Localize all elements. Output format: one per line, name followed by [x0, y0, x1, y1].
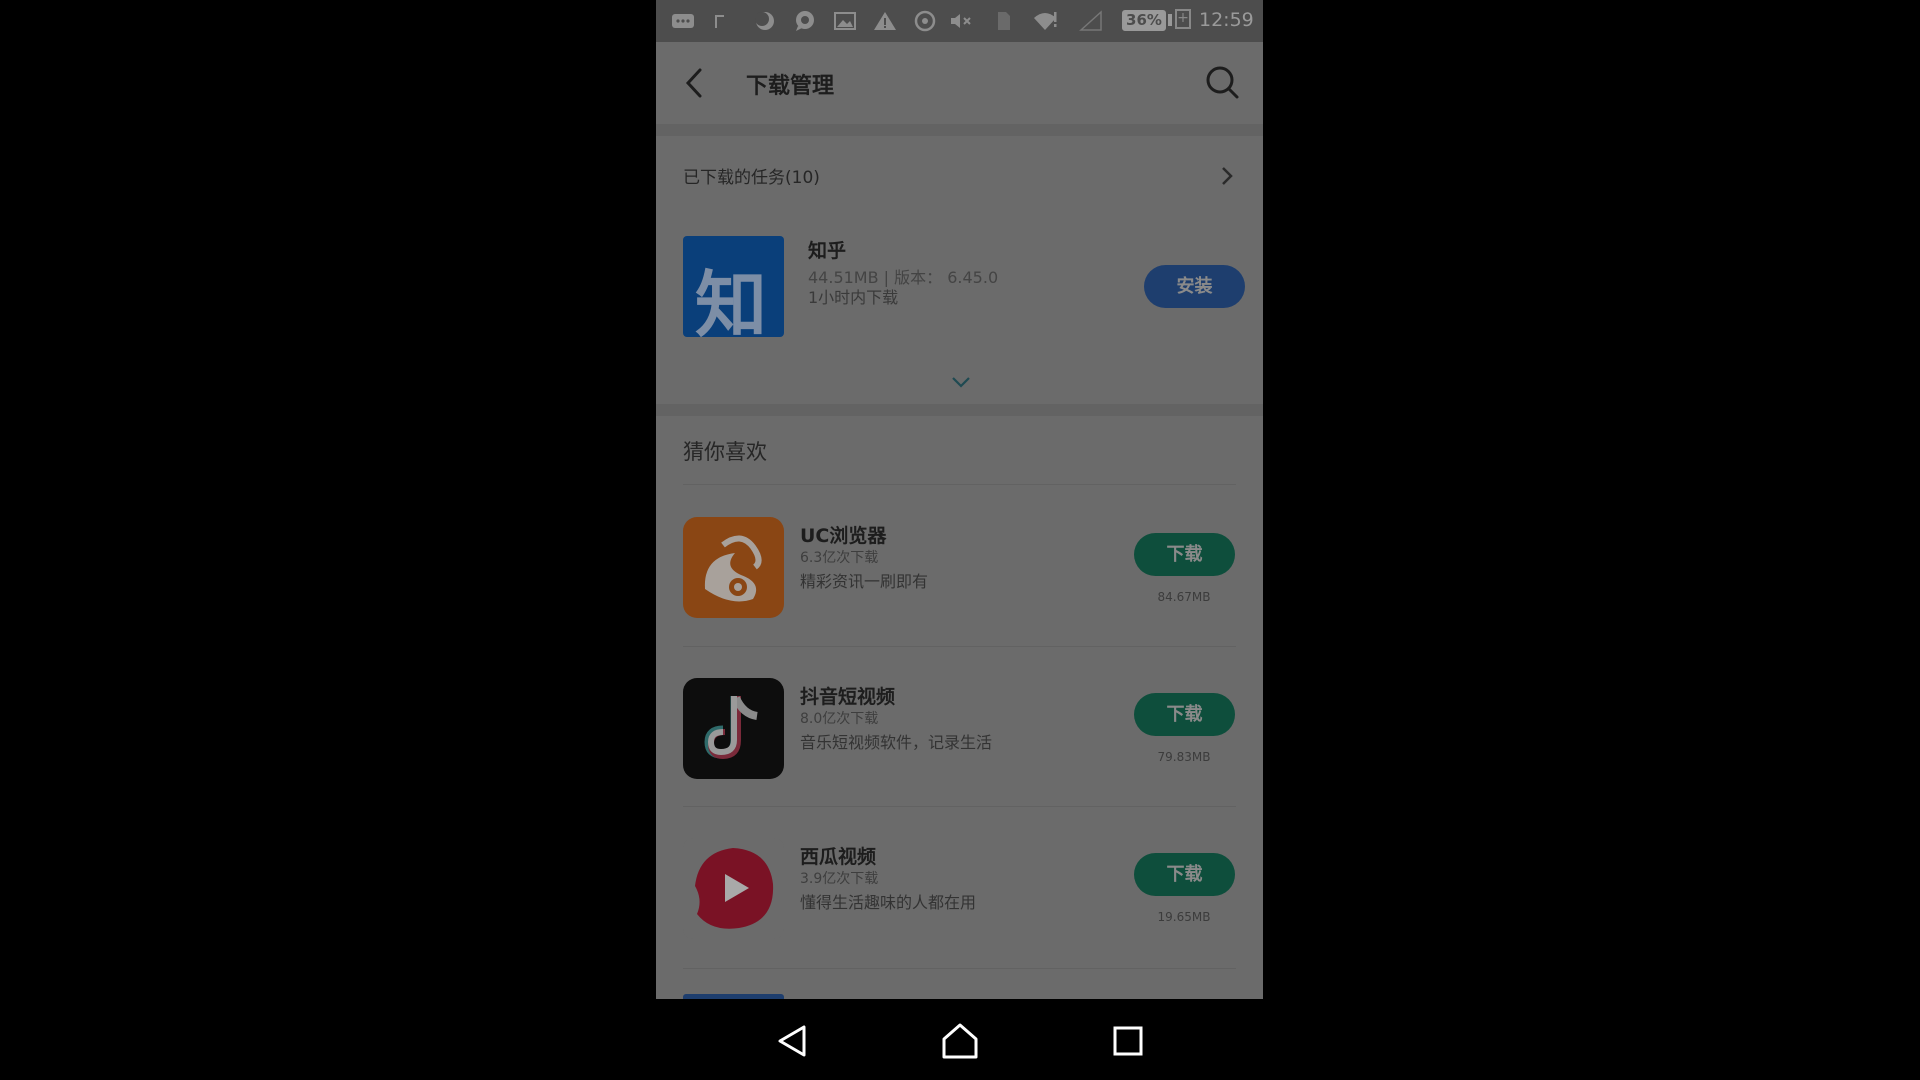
app-downloads: 8.0亿次下载 — [800, 711, 879, 727]
battery-indicator: 36% — [1122, 10, 1166, 31]
zhihu-app-icon: 知 — [683, 236, 784, 337]
chevron-down-icon[interactable] — [949, 374, 973, 390]
app-name: UC浏览器 — [800, 525, 887, 547]
downloaded-tasks-label: 已下载的任务(10) — [683, 168, 820, 188]
sim-icon — [990, 10, 1016, 32]
app-size: 79.83MB — [1157, 750, 1211, 764]
settings-icon — [912, 10, 938, 32]
recommend-app-item[interactable]: 抖音短视频 8.0亿次下载 音乐短视频软件，记录生活 下载 79.83MB — [656, 672, 1263, 792]
separator-line — [683, 968, 1236, 969]
navigation-bar — [0, 999, 1920, 1080]
app-size: 84.67MB — [1157, 590, 1211, 604]
signal-icon — [1078, 10, 1104, 32]
recommend-section-title: 猜你喜欢 — [683, 440, 767, 464]
install-button[interactable]: 安装 — [1144, 265, 1245, 308]
image-icon — [710, 10, 736, 32]
recommend-app-item[interactable]: UC浏览器 6.3亿次下载 精彩资讯一刷即有 下载 84.67MB — [656, 512, 1263, 632]
downloaded-app-item[interactable]: 知 知乎 44.51MB | 版本： 6.45.0 1小时内下载 安装 — [656, 228, 1263, 348]
message-icon — [670, 10, 696, 32]
app-description: 音乐短视频软件，记录生活 — [800, 733, 993, 752]
nav-home-icon[interactable] — [940, 1021, 980, 1061]
download-button[interactable]: 下载 — [1134, 693, 1235, 736]
download-button[interactable]: 下载 — [1134, 853, 1235, 896]
search-icon[interactable] — [1204, 64, 1240, 100]
warning-icon — [872, 10, 898, 32]
app-name: 知乎 — [808, 240, 847, 262]
app-description: 精彩资讯一刷即有 — [800, 572, 929, 591]
zhihu-icon-glyph: 知 — [695, 263, 768, 337]
separator-line — [683, 484, 1236, 485]
battery-plus: + — [1175, 9, 1191, 29]
app-download-time: 1小时内下载 — [808, 288, 899, 307]
page-title: 下载管理 — [746, 74, 835, 99]
nav-back-icon[interactable] — [772, 1021, 812, 1061]
downloaded-tasks-row[interactable]: 已下载的任务(10) — [656, 136, 1263, 214]
app-name: 西瓜视频 — [800, 846, 877, 868]
wifi-icon — [1032, 10, 1058, 32]
download-button[interactable]: 下载 — [1134, 533, 1235, 576]
separator-line — [683, 646, 1236, 647]
section-divider — [656, 404, 1263, 416]
battery-tip — [1168, 14, 1172, 26]
nav-recents-icon[interactable] — [1108, 1021, 1148, 1061]
moon-icon — [752, 10, 778, 32]
uc-browser-app-icon — [683, 517, 784, 618]
app-description: 懂得生活趣味的人都在用 — [800, 893, 977, 912]
douyin-app-icon — [683, 678, 784, 779]
separator-line — [683, 806, 1236, 807]
phone-screen: 36% + 12:59 下载管理 已下载的任务(10) 知 知乎 44.51MB… — [656, 0, 1263, 999]
app-header: 下载管理 — [656, 42, 1263, 124]
recommend-app-item[interactable]: 西瓜视频 3.9亿次下载 懂得生活趣味的人都在用 下载 19.65MB — [656, 832, 1263, 952]
chevron-right-icon — [1218, 164, 1236, 188]
app-size: 19.65MB — [1157, 910, 1211, 924]
back-icon[interactable] — [680, 66, 710, 100]
app-downloads: 3.9亿次下载 — [800, 871, 879, 887]
status-time: 12:59 — [1199, 9, 1254, 31]
picture-icon — [832, 10, 858, 32]
app-name: 抖音短视频 — [800, 686, 896, 708]
status-bar: 36% + 12:59 — [656, 0, 1263, 42]
mute-icon — [948, 10, 974, 32]
section-divider — [656, 124, 1263, 136]
app-downloads: 6.3亿次下载 — [800, 550, 879, 566]
chat-icon — [792, 10, 818, 32]
xigua-video-app-icon — [683, 838, 784, 939]
